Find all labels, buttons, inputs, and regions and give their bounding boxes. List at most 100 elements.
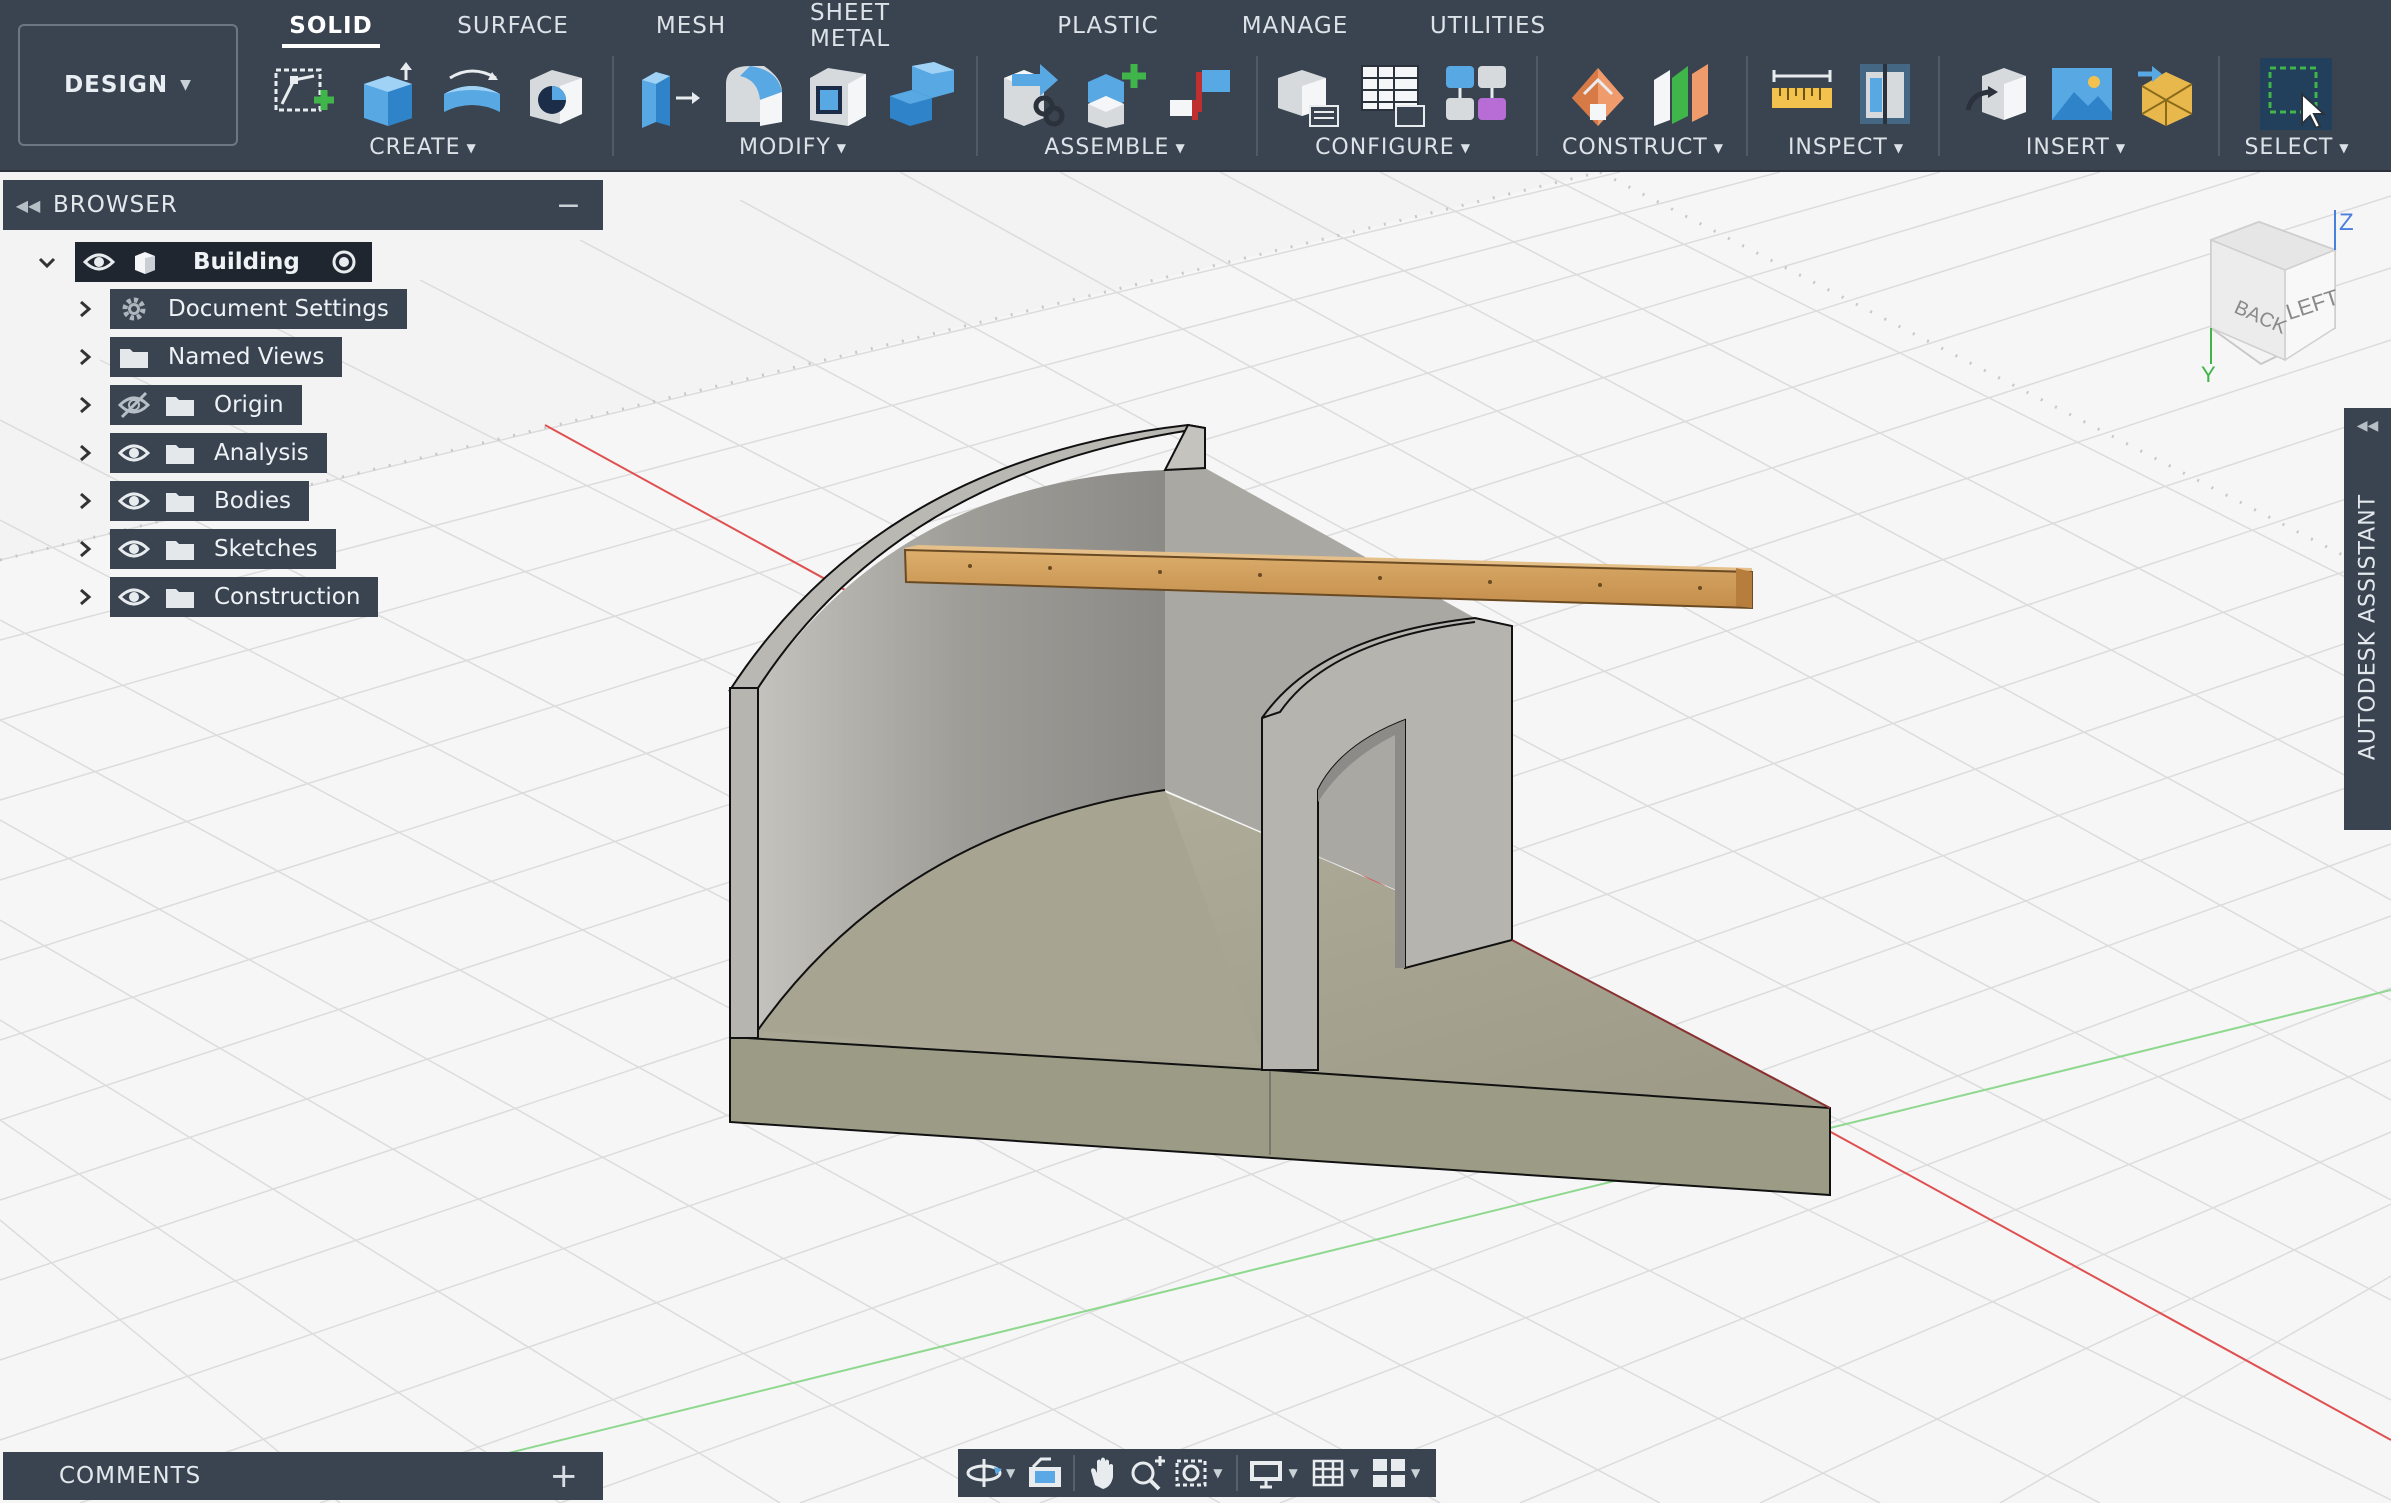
look-at-icon[interactable] [1025,1452,1065,1494]
expand-toggle[interactable] [70,433,100,473]
expand-toggle[interactable] [70,289,100,329]
create-menu[interactable]: CREATE ▼ [262,135,584,160]
viewports-icon[interactable]: ▼ [1369,1452,1426,1494]
window-select-icon[interactable] [2260,58,2332,130]
tree-item-label: Construction [214,584,361,610]
browser-panel-header: ◀◀ BROWSER − [3,180,603,230]
workspace-switcher[interactable]: DESIGN ▼ [18,24,238,146]
insert-mesh-icon[interactable] [2130,58,2202,130]
eye-icon[interactable] [116,485,152,517]
joint-icon[interactable] [996,58,1068,130]
folder-icon [162,581,198,613]
eye-icon[interactable] [116,581,152,613]
insert-menu[interactable]: INSERT ▼ [1956,135,2196,160]
zoom-icon[interactable] [1127,1452,1167,1494]
toolbar-divider [612,56,614,156]
tab-sheet-metal[interactable]: SHEET METAL [810,0,970,52]
navigation-bar: ▼ ▼ ▼ ▼ ▼ [958,1449,1436,1497]
eye-icon[interactable] [116,533,152,565]
tab-plastic[interactable]: PLASTIC [1057,8,1158,44]
combine-icon[interactable] [886,58,958,130]
shell-icon[interactable] [802,58,874,130]
group-assemble: ASSEMBLE ▼ [990,52,1240,168]
add-comment-icon[interactable]: + [550,1456,580,1496]
section-analysis-icon[interactable] [1850,58,1922,130]
activate-radio-icon[interactable] [326,246,362,278]
comments-label: COMMENTS [59,1463,202,1489]
group-create: CREATE ▼ [262,52,584,168]
measure-icon[interactable] [1766,58,1838,130]
tab-manage[interactable]: MANAGE [1242,8,1347,44]
browser-item-bodies[interactable]: Bodies [110,481,309,521]
configure-component-icon[interactable] [1272,58,1344,130]
expand-toggle[interactable] [70,337,100,377]
fillet-icon[interactable] [718,58,790,130]
tree-item-label: Building [193,249,300,275]
collapse-panel-icon[interactable]: ◀◀ [3,196,53,215]
tab-utilities[interactable]: UTILITIES [1428,8,1548,44]
autodesk-assistant-tab[interactable]: ◀◀ AUTODESK ASSISTANT [2344,408,2391,830]
midplane-icon[interactable] [1646,58,1718,130]
new-component-icon[interactable] [1080,58,1152,130]
fit-icon[interactable]: ▼ [1171,1452,1228,1494]
group-insert: INSERT ▼ [1956,52,2196,168]
hole-icon[interactable] [520,58,592,130]
offset-plane-icon[interactable] [1562,58,1634,130]
tab-solid[interactable]: SOLID [282,8,380,48]
browser-item-construction[interactable]: Construction [110,577,379,617]
folder-icon [162,533,198,565]
as-built-joint-icon[interactable] [1164,58,1236,130]
browser-item-document-settings[interactable]: Document Settings [110,289,407,329]
eye-icon[interactable] [81,246,117,278]
eye-hidden-icon[interactable] [116,389,152,421]
comments-panel[interactable]: COMMENTS + [3,1452,603,1500]
revolve-icon[interactable] [436,58,508,130]
browser-item-sketches[interactable]: Sketches [110,529,336,569]
display-settings-icon[interactable]: ▼ [1246,1452,1303,1494]
construct-menu[interactable]: CONSTRUCT ▼ [1548,135,1738,160]
inspect-menu[interactable]: INSPECT ▼ [1756,135,1936,160]
group-configure: CONFIGURE ▼ [1268,52,1518,168]
modify-menu[interactable]: MODIFY ▼ [628,135,958,160]
configure-menu[interactable]: CONFIGURE ▼ [1268,135,1518,160]
press-pull-icon[interactable] [634,58,706,130]
expand-toggle[interactable] [70,529,100,569]
expand-left-icon[interactable]: ◀◀ [2344,418,2391,434]
tree-item-label: Named Views [168,344,325,370]
tree-item-label: Origin [214,392,284,418]
tab-mesh[interactable]: MESH [656,8,726,44]
insert-derive-icon[interactable] [1962,58,2034,130]
orbit-icon[interactable]: ▼ [964,1452,1021,1494]
canvas-viewport[interactable] [0,172,2391,1503]
assistant-label: AUTODESK ASSISTANT [2355,494,2380,761]
select-menu[interactable]: SELECT ▼ [2232,135,2362,160]
model-scene[interactable] [0,172,2391,1503]
browser-root-building[interactable]: Building [75,242,372,282]
insert-canvas-icon[interactable] [2046,58,2118,130]
assemble-menu[interactable]: ASSEMBLE ▼ [990,135,1240,160]
configuration-rule-icon[interactable] [1440,58,1512,130]
expand-toggle[interactable] [70,385,100,425]
viewcube[interactable]: BACK LEFT Z Y [2185,200,2375,400]
eye-icon[interactable] [116,437,152,469]
pan-icon[interactable] [1083,1452,1123,1494]
browser-item-named-views[interactable]: Named Views [110,337,343,377]
minimize-icon[interactable]: − [556,188,581,223]
create-sketch-icon[interactable] [268,58,340,130]
toolbar-divider [1746,56,1748,156]
expand-toggle-building[interactable] [32,242,62,282]
folder-icon [116,341,152,373]
tree-item-label: Document Settings [168,296,389,322]
expand-toggle[interactable] [70,481,100,521]
browser-item-origin[interactable]: Origin [110,385,302,425]
tree-item-label: Sketches [214,536,318,562]
workspace-label: DESIGN [64,72,169,98]
browser-title: BROWSER [53,192,178,218]
configuration-table-icon[interactable] [1356,58,1428,130]
browser-item-analysis[interactable]: Analysis [110,433,327,473]
grid-settings-icon[interactable]: ▼ [1308,1452,1365,1494]
toolbar-divider [1536,56,1538,156]
extrude-icon[interactable] [352,58,424,130]
tab-surface[interactable]: SURFACE [457,8,568,44]
expand-toggle[interactable] [70,577,100,617]
